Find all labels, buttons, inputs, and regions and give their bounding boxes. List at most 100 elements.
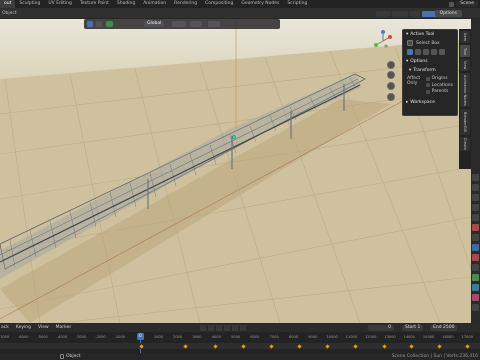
view-layer-icon[interactable] (472, 204, 479, 211)
start-frame-field[interactable]: Start 1 (402, 324, 424, 331)
keyframe-marker[interactable] (213, 344, 218, 349)
tab-shading[interactable]: Shading (113, 0, 139, 8)
keyframe-marker[interactable] (353, 344, 358, 349)
scene-icon[interactable] (449, 1, 455, 7)
timeline-area[interactable]: -7000 -6000 -5000 -4000 -3000 -2000 -1000 0 1000… (0, 332, 480, 353)
camera-view-icon[interactable] (387, 82, 395, 90)
tab-view[interactable]: View (460, 59, 470, 71)
keyframe-marker[interactable] (465, 344, 470, 349)
object-origin[interactable] (232, 135, 236, 139)
tab-uv-editing[interactable]: UV Editing (44, 0, 75, 8)
select-extend-icon[interactable] (415, 49, 421, 55)
keyframe-marker[interactable] (297, 344, 302, 349)
pivot-point-dropdown[interactable] (172, 21, 186, 27)
world-properties-icon[interactable] (472, 224, 479, 231)
jump-end-icon[interactable] (240, 324, 246, 331)
viewport-gizmo-toggle[interactable] (376, 10, 390, 17)
keyframe-marker[interactable] (437, 344, 442, 349)
scene-properties-icon[interactable] (472, 214, 479, 221)
play-icon[interactable] (224, 324, 230, 331)
material-properties-icon[interactable] (472, 294, 479, 301)
add-object-icon[interactable] (106, 21, 113, 27)
menu-playback[interactable]: ack (1, 325, 9, 330)
tab-scripting[interactable]: Scripting (283, 0, 311, 8)
playhead-frame-badge[interactable]: 0 (137, 333, 144, 340)
scene-name-field[interactable]: Scene (456, 1, 478, 7)
jump-start-icon[interactable] (200, 324, 206, 331)
end-frame-field[interactable]: End 2500 (430, 324, 458, 331)
data-properties-icon[interactable] (472, 284, 479, 291)
3d-viewport[interactable] (0, 19, 471, 323)
keyframe-marker[interactable] (269, 344, 274, 349)
transform-title: Transform (413, 68, 436, 73)
tool-properties-icon[interactable] (472, 174, 479, 181)
options-header[interactable]: ▾ Options (403, 57, 457, 66)
mode-selector[interactable]: Object (2, 11, 17, 16)
menu-keying[interactable]: Keying (16, 325, 31, 330)
select-invert-icon[interactable] (431, 49, 437, 55)
select-new-icon[interactable] (407, 49, 413, 55)
tab-tool[interactable]: Tool (460, 45, 470, 57)
select-mode-icon[interactable] (87, 21, 93, 27)
tab-rendering[interactable]: Rendering (170, 0, 201, 8)
frame-ruler[interactable]: -7000 -6000 -5000 -4000 -3000 -2000 -1000 0 1000… (0, 332, 480, 341)
affect-origins-checkbox[interactable]: Origins (425, 76, 453, 81)
tab-item[interactable]: Item (460, 31, 470, 43)
next-keyframe-icon[interactable] (232, 324, 238, 331)
keyframe-marker[interactable] (382, 344, 387, 349)
select-intersect-icon[interactable] (439, 49, 445, 55)
current-frame-field[interactable]: 0 (368, 324, 394, 331)
tab-compositing[interactable]: Compositing (201, 0, 237, 8)
proportional-edit-icon[interactable] (208, 21, 220, 27)
select-box-icon[interactable] (407, 40, 413, 46)
pan-hand-icon[interactable] (387, 71, 395, 79)
keyframe-marker[interactable] (241, 344, 246, 349)
tab-geometry-nodes[interactable]: Geometry Nodes (237, 0, 283, 8)
frame-tick-label: 6000 (250, 335, 260, 339)
transform-header[interactable]: ▾ Transform (403, 66, 457, 75)
frame-tick-label: 2000 (173, 335, 183, 339)
prev-keyframe-icon[interactable] (208, 324, 214, 331)
physics-properties-icon[interactable] (472, 264, 479, 271)
tab-animation[interactable]: Animation (139, 0, 170, 8)
transform-orientation-dropdown[interactable]: Global (144, 21, 165, 27)
tab-sculpting[interactable]: Sculpting (15, 0, 44, 8)
workspace-tabs-bar: out Sculpting UV Editing Texture Paint S… (0, 0, 480, 8)
menu-view[interactable]: View (38, 325, 49, 330)
affect-locations-checkbox[interactable]: Locations (425, 83, 453, 88)
menu-marker[interactable]: Marker (56, 325, 72, 330)
move-mode-icon[interactable] (96, 21, 102, 27)
keyframe-marker[interactable] (325, 344, 330, 349)
play-reverse-icon[interactable] (216, 324, 222, 331)
tab-animation-nodes[interactable]: Animation Nodes (460, 73, 470, 107)
zoom-icon[interactable] (387, 61, 395, 69)
tab-create[interactable]: Create (460, 137, 470, 151)
perspective-toggle-icon[interactable] (387, 93, 395, 101)
navigation-gizmo[interactable] (372, 30, 394, 52)
workspace-header[interactable]: ▸ Workspace (403, 98, 457, 107)
frame-tick-label: 9000 (308, 335, 318, 339)
modifier-properties-icon[interactable] (472, 244, 479, 251)
active-tool-header[interactable]: ▾ Active Tool (403, 30, 457, 39)
snap-toggle-icon[interactable] (190, 21, 202, 27)
render-properties-icon[interactable] (472, 184, 479, 191)
axis-gizmo-icon[interactable] (372, 30, 394, 52)
keyframe-marker[interactable] (139, 344, 144, 349)
options-button[interactable]: Options (434, 10, 462, 17)
constraints-properties-icon[interactable] (472, 274, 479, 281)
chevron-down-icon: ▾ (406, 32, 409, 37)
keyframe-marker[interactable] (409, 344, 414, 349)
texture-properties-icon[interactable] (472, 304, 479, 311)
select-subtract-icon[interactable] (423, 49, 429, 55)
overlay-toggle[interactable] (392, 10, 408, 17)
output-properties-icon[interactable] (472, 194, 479, 201)
frame-tick-label: 11000 (345, 335, 358, 339)
keyframe-marker[interactable] (183, 344, 188, 349)
object-properties-icon[interactable] (472, 234, 479, 241)
affect-parents-checkbox[interactable]: Parents (425, 89, 453, 94)
particles-properties-icon[interactable] (472, 254, 479, 261)
tab-blendergis[interactable]: BlenderGIS (460, 109, 470, 135)
tab-texture-paint[interactable]: Texture Paint (76, 0, 113, 8)
xray-toggle[interactable] (410, 10, 420, 17)
tab-layout[interactable]: out (0, 0, 16, 8)
